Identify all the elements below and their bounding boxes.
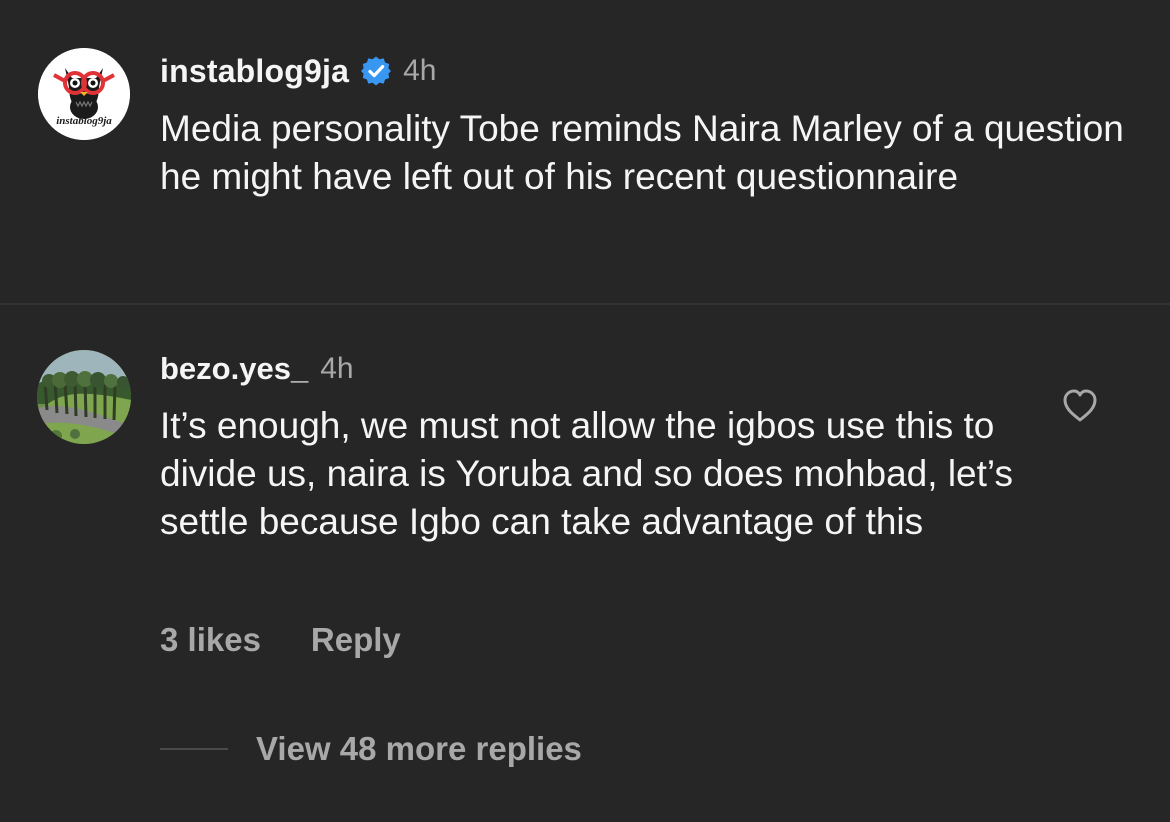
comment-username[interactable]: bezo.yes_ xyxy=(160,351,308,387)
post-header: instablog9ja 4h xyxy=(160,48,436,94)
owl-logo-icon: instablog9ja xyxy=(38,48,130,140)
post-caption-section: instablog9ja instablog9ja 4h Media perso… xyxy=(0,0,1170,303)
section-divider xyxy=(0,303,1170,305)
comment-actions: 3 likes Reply xyxy=(160,617,401,663)
avatar-wordmark: instablog9ja xyxy=(56,115,112,127)
post-avatar[interactable]: instablog9ja xyxy=(38,48,130,140)
comment-timestamp: 4h xyxy=(320,352,354,385)
verified-badge-icon xyxy=(360,55,392,87)
comment-header: bezo.yes_ 4h xyxy=(160,346,354,392)
view-more-replies-text[interactable]: View 48 more replies xyxy=(256,730,582,768)
profile-photo-icon xyxy=(37,350,131,444)
post-username[interactable]: instablog9ja xyxy=(160,53,349,90)
post-timestamp: 4h xyxy=(403,54,437,87)
likes-count[interactable]: 3 likes xyxy=(160,621,261,659)
comment-avatar[interactable] xyxy=(37,350,131,444)
post-caption-text: Media personality Tobe reminds Naira Mar… xyxy=(160,108,1124,197)
comment-text: It’s enough, we must not allow the igbos… xyxy=(160,405,1013,542)
view-more-replies[interactable]: View 48 more replies xyxy=(160,726,582,772)
reply-button[interactable]: Reply xyxy=(311,621,401,659)
heart-icon[interactable] xyxy=(1060,386,1100,426)
replies-divider-line xyxy=(160,748,228,750)
